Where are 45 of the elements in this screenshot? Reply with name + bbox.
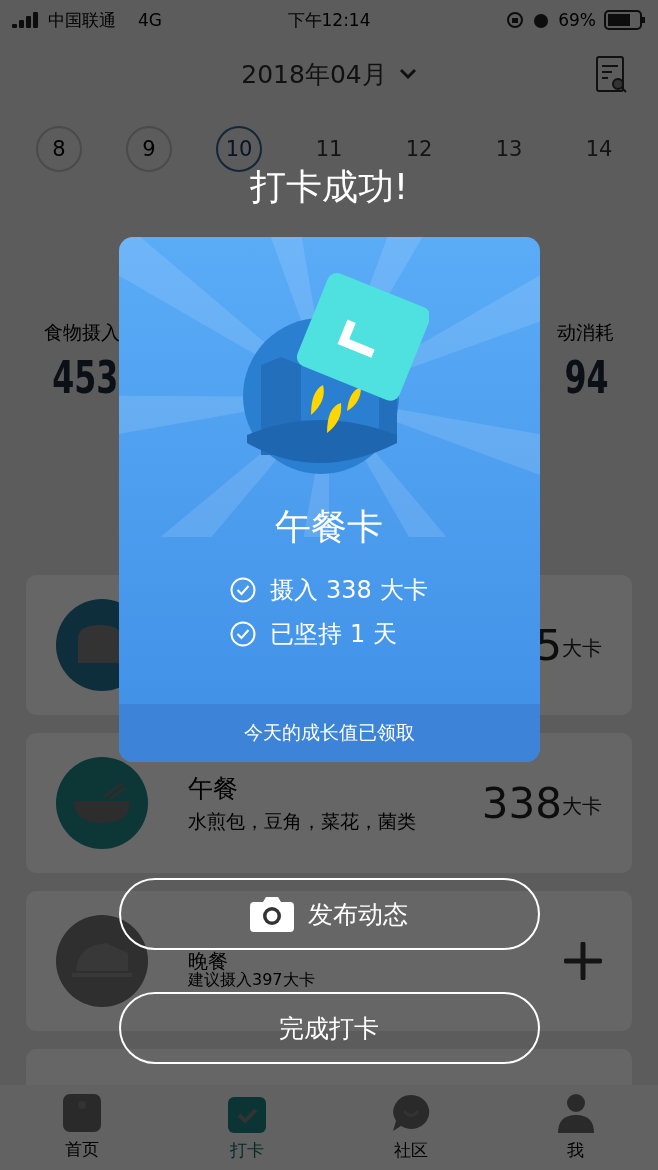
dish-icon [56, 915, 148, 1007]
meal-title: 午餐 [188, 772, 239, 805]
network-type: 4G [138, 10, 162, 30]
check-circle-icon [230, 577, 257, 603]
carrier-name: 中国联通 [48, 8, 116, 32]
person-icon [557, 1093, 594, 1133]
plus-icon[interactable] [564, 942, 602, 980]
achievement-text: 摄入 338 大卡 [270, 575, 428, 606]
intake-label: 食物摄入 [44, 320, 120, 345]
check-circle-icon [230, 621, 257, 647]
date-item[interactable]: 13 [486, 126, 532, 172]
tab-item[interactable]: 社区 [371, 1093, 452, 1162]
burn-value: 94 [564, 352, 609, 403]
intake-value: 453 [52, 352, 119, 403]
meal-description: 建议摄入397大卡 [188, 970, 316, 988]
month-selector[interactable]: 2018年04月 [241, 57, 387, 91]
chevron-down-icon[interactable] [398, 68, 417, 80]
date-item[interactable]: 8 [36, 126, 82, 172]
battery-icon [604, 10, 646, 30]
bowl-icon [56, 757, 148, 849]
calorie-unit: 大卡 [562, 634, 602, 662]
tab-item[interactable]: 我 [535, 1093, 616, 1162]
signal-icon [12, 12, 40, 28]
clock-time: 下午12:14 [287, 8, 371, 32]
date-item[interactable]: 14 [576, 126, 622, 172]
document-search-icon[interactable] [596, 56, 628, 94]
tab-item[interactable]: 打卡 [206, 1093, 287, 1162]
achievement-text: 已坚持 1 天 [270, 619, 397, 650]
chat-bubble-icon [391, 1093, 432, 1133]
camera-icon [250, 896, 294, 932]
calorie-value: 5 [535, 620, 562, 670]
card-name: 午餐卡 [275, 505, 383, 549]
date-item[interactable]: 9 [126, 126, 172, 172]
meal-title: 晚餐 [188, 950, 228, 971]
finish-button[interactable]: 完成打卡 [118, 992, 540, 1064]
notebook-icon [63, 1094, 102, 1132]
meal-description: 水煎包，豆角，菜花，菌类 [188, 808, 417, 834]
growth-notice: 今天的成长值已领取 [118, 704, 540, 762]
calorie-value: 338 [481, 778, 562, 828]
burn-label: 动消耗 [557, 320, 614, 345]
rotation-lock-icon [506, 11, 525, 29]
calorie-unit: 大卡 [562, 792, 602, 820]
battery-percent: 69% [558, 10, 596, 30]
tab-item[interactable]: 首页 [42, 1094, 123, 1161]
post-update-button[interactable]: 发布动态 [118, 878, 540, 950]
